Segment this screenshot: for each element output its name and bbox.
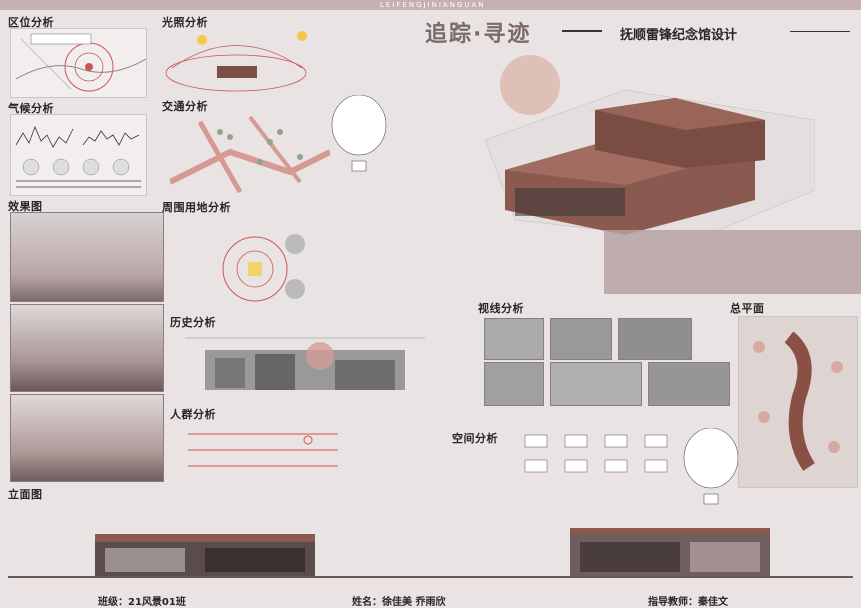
balloon-2 [682, 427, 740, 508]
sightline-photo-6 [648, 362, 730, 406]
title-dash [562, 30, 602, 32]
section-sightline: 视线分析 [478, 302, 524, 315]
sunlight-graphic [165, 31, 307, 92]
sightline-photo-4 [484, 362, 544, 406]
main-axonometric [455, 50, 816, 260]
climate-graphic [15, 125, 141, 188]
teacher-label: 指导教师：秦佳文 [648, 597, 728, 608]
main-title: 追踪·寻迹 [425, 22, 532, 47]
space-graphic [524, 434, 668, 473]
section-site-plan: 总平面 [730, 302, 765, 315]
elevation-right-graphic [570, 528, 770, 576]
traffic-graphic [168, 115, 332, 194]
climate-charts [10, 114, 147, 196]
history-panel [185, 328, 425, 410]
class-label: 班级：21风景01班 [98, 597, 186, 608]
effect-render-2 [10, 304, 164, 392]
surrounding-graphic [222, 234, 305, 302]
axonometric-graphic [484, 89, 816, 241]
space-diagrams [520, 430, 680, 486]
sightline-photo-2 [550, 318, 612, 360]
balloon-1 [330, 94, 388, 175]
section-space: 空间分析 [452, 432, 498, 445]
title-line [790, 31, 850, 32]
elevation-right [570, 522, 770, 576]
banner-text: LEIFENGJINIANGUAN [380, 1, 486, 9]
section-surrounding: 周围用地分析 [162, 201, 231, 214]
history-graphic [185, 337, 425, 390]
description-box [604, 230, 861, 294]
location-map-graphic [15, 33, 147, 92]
sub-title: 抚顺雷锋纪念馆设计 [620, 28, 738, 43]
surrounding-diagram [210, 214, 320, 308]
location-map [10, 28, 147, 98]
effect-render-1 [10, 212, 164, 302]
section-elevation: 立面图 [8, 488, 43, 501]
traffic-diagram [168, 112, 332, 194]
sightline-photo-1 [484, 318, 544, 360]
site-plan-graphic [753, 331, 843, 471]
crowd-graphic [188, 433, 338, 467]
sightline-photo-3 [618, 318, 692, 360]
site-plan [738, 316, 858, 488]
effect-render-3 [10, 394, 164, 482]
sightline-photo-5 [550, 362, 642, 406]
elevation-left [95, 528, 315, 576]
name-label: 姓名：徐佳美 乔雨欣 [352, 597, 446, 608]
elevation-left-graphic [95, 534, 315, 576]
crowd-panel [188, 420, 338, 476]
top-banner: LEIFENGJINIANGUAN [0, 0, 861, 10]
sunlight-diagram [162, 28, 310, 94]
elevation-ground-line [8, 576, 853, 578]
